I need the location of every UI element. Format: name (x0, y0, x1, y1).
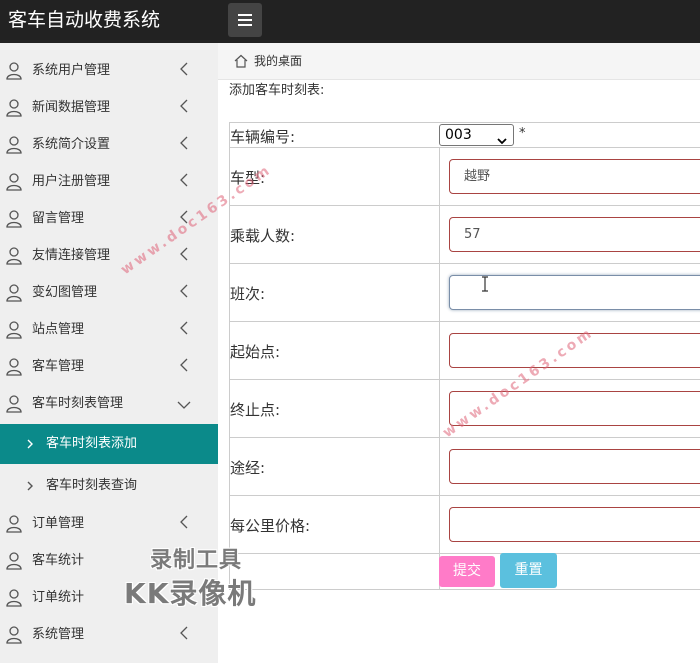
sidebar-item-label: 客车管理 (32, 359, 85, 374)
sidebar-subitem-label: 客车时刻表查询 (46, 478, 138, 493)
price-per-km-label: 每公里价格: (230, 517, 311, 535)
capacity-input[interactable]: 57 (449, 217, 700, 252)
vehicle-number-selected: 003 (445, 127, 472, 143)
model-input[interactable]: 越野 (449, 159, 700, 194)
recorder-watermark: 录制工具 KK录像机 (124, 542, 269, 610)
form-row-vehicle: 车辆编号: 003 * (230, 123, 700, 148)
sidebar-item-label: 新闻数据管理 (32, 100, 111, 115)
sidebar-item-system-intro[interactable]: 系统简介设置 (0, 127, 218, 164)
chevron-left-icon (178, 135, 190, 151)
form-row-start: 起始点: (230, 322, 700, 380)
start-point-label: 起始点: (230, 343, 281, 361)
column-divider (439, 438, 440, 496)
recorder-watermark-line1: 录制工具 (150, 548, 243, 573)
home-icon[interactable] (234, 53, 248, 68)
sidebar-item-label: 系统简介设置 (32, 137, 111, 152)
sidebar-item-system-management[interactable]: 系统管理 (0, 617, 218, 654)
user-icon (6, 62, 22, 80)
user-icon (6, 589, 22, 607)
chevron-left-icon (178, 283, 190, 299)
user-icon (6, 210, 22, 228)
column-divider (439, 496, 440, 554)
sidebar-item-label: 订单统计 (32, 590, 85, 605)
user-icon (6, 136, 22, 154)
sidebar-item-friend-links[interactable]: 友情连接管理 (0, 238, 218, 275)
column-divider (439, 206, 440, 264)
sidebar-subitem-schedule-query[interactable]: 客车时刻表查询 (0, 466, 218, 506)
chevron-left-icon (178, 320, 190, 336)
capacity-label: 乘载人数: (230, 227, 296, 245)
end-point-label: 终止点: (230, 401, 281, 419)
chevron-left-icon (178, 246, 190, 262)
sidebar-item-bus-schedule[interactable]: 客车时刻表管理 (0, 386, 218, 423)
user-icon (6, 515, 22, 533)
column-divider (439, 148, 440, 206)
form-row-model: 车型: 越野 (230, 148, 700, 206)
column-divider (439, 264, 440, 322)
sidebar-item-label: 留言管理 (32, 211, 85, 226)
column-divider (439, 322, 440, 380)
sidebar-item-user-registration[interactable]: 用户注册管理 (0, 164, 218, 201)
sidebar-item-label: 站点管理 (32, 322, 85, 337)
recorder-watermark-line2: KK录像机 (124, 577, 257, 610)
sidebar-subitem-schedule-add[interactable]: 客车时刻表添加 (0, 424, 218, 464)
price-per-km-input[interactable] (449, 507, 700, 542)
user-icon (6, 626, 22, 644)
form-row-shift: 班次: (230, 264, 700, 322)
via-input[interactable] (449, 449, 700, 484)
user-icon (6, 395, 22, 413)
required-mark: * (519, 126, 526, 141)
top-navbar: 客车自动收费系统 (0, 0, 700, 43)
user-icon (6, 247, 22, 265)
user-icon (6, 99, 22, 117)
form-row-via: 途经: (230, 438, 700, 496)
sidebar-item-label: 客车时刻表管理 (32, 396, 124, 411)
chevron-left-icon (178, 172, 190, 188)
schedule-form-table: 车辆编号: 003 * 车型: 越野 乘载人数: 57 班次: 起始点: 终止点… (229, 122, 700, 590)
chevron-right-icon (25, 478, 35, 492)
sidebar-item-label: 系统用户管理 (32, 63, 111, 78)
shift-label: 班次: (230, 285, 266, 303)
breadcrumb-my-desktop[interactable]: 我的桌面 (254, 53, 302, 69)
submit-button[interactable]: 提交 (439, 556, 495, 587)
sidebar-subitem-label: 客车时刻表添加 (46, 436, 138, 451)
chevron-left-icon (178, 98, 190, 114)
app-title: 客车自动收费系统 (8, 9, 161, 31)
sidebar-item-orders[interactable]: 订单管理 (0, 506, 218, 543)
chevron-left-icon (178, 514, 190, 530)
form-row-capacity: 乘载人数: 57 (230, 206, 700, 264)
reset-button[interactable]: 重置 (500, 553, 557, 588)
breadcrumb: 我的桌面 (218, 43, 700, 80)
user-icon (6, 358, 22, 376)
via-label: 途经: (230, 459, 266, 477)
sidebar-item-label: 客车统计 (32, 553, 85, 568)
chevron-left-icon (178, 357, 190, 373)
form-title: 添加客车时刻表: (229, 83, 325, 98)
sidebar-item-label: 用户注册管理 (32, 174, 111, 189)
sidebar-item-news[interactable]: 新闻数据管理 (0, 90, 218, 127)
chevron-down-icon (176, 396, 192, 409)
user-icon (6, 173, 22, 191)
sidebar-item-label: 订单管理 (32, 516, 85, 531)
user-icon (6, 552, 22, 570)
sidebar-item-slideshow[interactable]: 变幻图管理 (0, 275, 218, 312)
sidebar-item-buses[interactable]: 客车管理 (0, 349, 218, 386)
sidebar-item-stations[interactable]: 站点管理 (0, 312, 218, 349)
user-icon (6, 321, 22, 339)
chevron-left-icon (178, 625, 190, 641)
form-row-price: 每公里价格: (230, 496, 700, 554)
vehicle-number-label: 车辆编号: (230, 128, 296, 146)
user-icon (6, 284, 22, 302)
sidebar-item-system-users[interactable]: 系统用户管理 (0, 53, 218, 90)
sidebar-item-label: 系统管理 (32, 627, 85, 642)
hamburger-menu-icon[interactable] (228, 3, 262, 37)
chevron-down-icon (497, 131, 507, 145)
vehicle-number-select[interactable]: 003 (439, 124, 514, 146)
sidebar-item-label: 友情连接管理 (32, 248, 111, 263)
text-cursor-icon (481, 276, 489, 292)
chevron-left-icon (178, 61, 190, 77)
chevron-right-icon (25, 436, 35, 450)
sidebar-item-label: 变幻图管理 (32, 285, 98, 300)
column-divider (439, 380, 440, 438)
